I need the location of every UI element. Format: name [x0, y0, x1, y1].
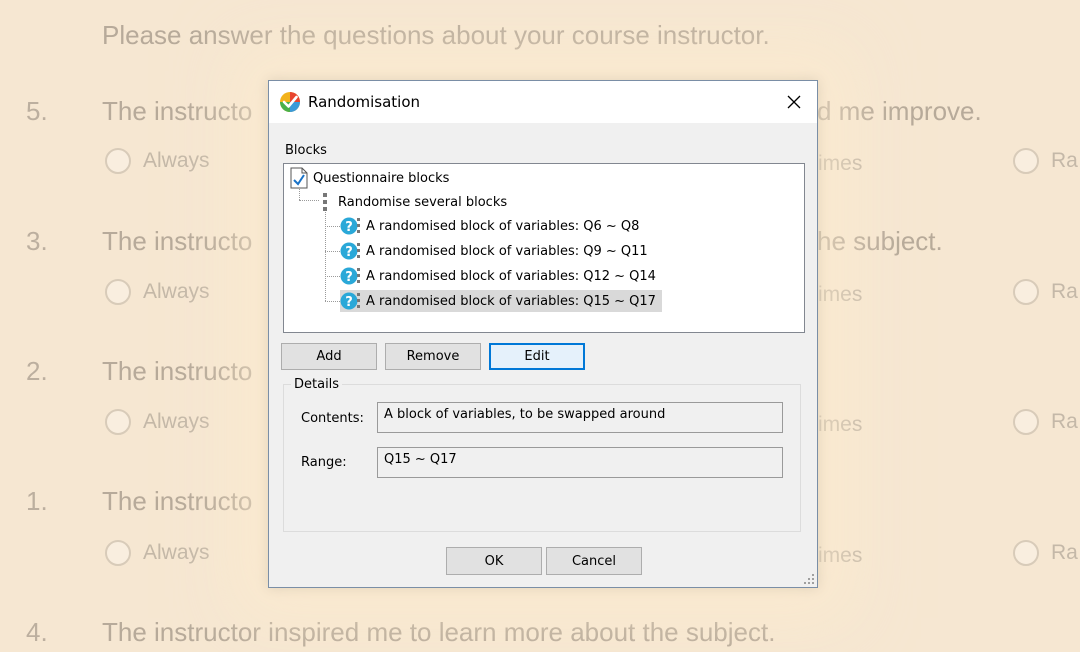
random-block-icon: ? [340, 242, 360, 260]
radio-button[interactable] [1013, 279, 1039, 305]
random-block-icon: ? [340, 217, 360, 235]
range-field[interactable]: Q15 ~ Q17 [377, 447, 783, 478]
option-label: Ra [1051, 280, 1078, 303]
option-label: Ra [1051, 410, 1078, 433]
random-block-icon: ? [340, 292, 360, 310]
option-label: Always [143, 541, 210, 564]
document-check-icon [290, 167, 308, 189]
tree-connector [299, 200, 319, 201]
close-button[interactable] [771, 81, 817, 123]
random-block-icon: ? [340, 267, 360, 285]
tree-connector [325, 209, 326, 301]
blocks-tree[interactable]: Questionnaire blocks Randomise several b… [283, 163, 805, 333]
radio-button[interactable] [105, 279, 131, 305]
radio-button[interactable] [1013, 540, 1039, 566]
answer-option[interactable]: Ra [1013, 540, 1078, 566]
tree-node-root[interactable]: Questionnaire blocks [289, 167, 453, 189]
answer-option[interactable]: Always [105, 540, 210, 566]
contents-label: Contents: [301, 411, 364, 426]
question-text: The instructo [102, 356, 253, 386]
blocks-label: Blocks [285, 143, 327, 158]
answer-option[interactable]: Always [105, 279, 210, 305]
svg-text:?: ? [345, 270, 353, 285]
tree-node-label: A randomised block of variables: Q9 ~ Q1… [366, 243, 648, 259]
ok-button[interactable]: OK [446, 547, 542, 575]
tree-node-label: Randomise several blocks [338, 194, 508, 210]
answer-option[interactable]: Always [105, 409, 210, 435]
answer-option[interactable]: Ra [1013, 409, 1078, 435]
radio-button[interactable] [1013, 409, 1039, 435]
tree-node-block-selected[interactable]: ? A randomised block of variables: Q15 ~… [340, 290, 662, 312]
randomisation-dialog: Randomisation Blocks Questionnaire block… [268, 80, 818, 588]
cancel-button[interactable]: Cancel [546, 547, 642, 575]
tree-node-group[interactable]: Randomise several blocks [320, 191, 511, 213]
answer-option-label: imes [818, 283, 863, 306]
details-legend: Details [291, 377, 343, 392]
edit-button[interactable]: Edit [489, 343, 585, 370]
dialog-title: Randomisation [308, 93, 421, 111]
randomisation-app-icon [280, 92, 300, 112]
question-number: 5. [26, 96, 48, 126]
question-text: The instructo [102, 226, 253, 256]
remove-button[interactable]: Remove [385, 343, 481, 370]
question-number: 3. [26, 226, 48, 256]
tree-node-block[interactable]: ? A randomised block of variables: Q12 ~… [340, 265, 660, 287]
tree-connector [325, 251, 340, 252]
tree-node-label: A randomised block of variables: Q15 ~ Q… [366, 293, 656, 309]
close-icon [787, 95, 801, 109]
radio-button[interactable] [1013, 148, 1039, 174]
answer-option-label: imes [818, 413, 863, 436]
tree-node-label: A randomised block of variables: Q6 ~ Q8 [366, 218, 640, 234]
question-text: The instructo [102, 486, 253, 516]
questionnaire-intro: Please answer the questions about your c… [102, 20, 770, 50]
question-number: 1. [26, 486, 48, 516]
option-label: Always [143, 280, 210, 303]
option-label: Ra [1051, 149, 1078, 172]
question-number: 4. [26, 617, 48, 647]
tree-node-label: Questionnaire blocks [313, 170, 450, 186]
contents-field[interactable]: A block of variables, to be swapped arou… [377, 402, 783, 433]
answer-option[interactable]: Always [105, 148, 210, 174]
dialog-titlebar[interactable]: Randomisation [269, 81, 817, 123]
radio-button[interactable] [105, 148, 131, 174]
answer-option[interactable]: Ra [1013, 148, 1078, 174]
answer-option-label: imes [818, 544, 863, 567]
question-number: 2. [26, 356, 48, 386]
tree-connector [325, 276, 340, 277]
tree-node-label: A randomised block of variables: Q12 ~ Q… [366, 268, 656, 284]
range-label: Range: [301, 455, 347, 470]
tree-connector [325, 301, 340, 302]
option-label: Always [143, 410, 210, 433]
radio-button[interactable] [105, 409, 131, 435]
option-label: Ra [1051, 541, 1078, 564]
question-text-right: he subject. [817, 226, 943, 256]
add-button[interactable]: Add [281, 343, 377, 370]
svg-text:?: ? [345, 245, 353, 260]
svg-text:?: ? [345, 295, 353, 310]
question-text: The instructor inspired me to learn more… [102, 617, 776, 647]
answer-option[interactable]: Ra [1013, 279, 1078, 305]
question-text-right: d me improve. [817, 96, 982, 126]
tree-node-block[interactable]: ? A randomised block of variables: Q9 ~ … [340, 240, 652, 262]
answer-option-label: imes [818, 152, 863, 175]
tree-node-block[interactable]: ? A randomised block of variables: Q6 ~ … [340, 215, 643, 237]
radio-button[interactable] [105, 540, 131, 566]
svg-text:?: ? [345, 220, 353, 235]
question-text: The instructo [102, 96, 253, 126]
option-label: Always [143, 149, 210, 172]
resize-grip-icon[interactable] [803, 573, 815, 585]
tree-connector [325, 226, 340, 227]
randomise-group-icon [323, 193, 327, 211]
